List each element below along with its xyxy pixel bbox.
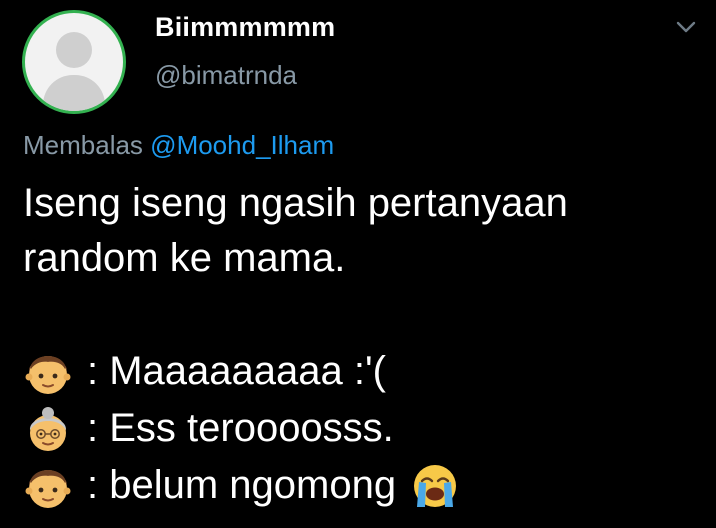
boy-emoji-icon [25, 469, 71, 508]
avatar-head [56, 32, 92, 68]
dialog-line: : belum ngomong [23, 457, 703, 514]
dialog-text: : belum ngomong [87, 463, 397, 507]
reply-prefix: Membalas [23, 130, 143, 160]
old-woman-emoji-icon [29, 406, 67, 451]
boy-emoji-icon [25, 355, 71, 394]
chevron-down-icon[interactable] [673, 14, 699, 40]
dialog-line: : Ess teroooosss. [23, 400, 703, 457]
dialog-block: : Maaaaaaaaa :'( : Ess teroooosss.: bel… [23, 343, 703, 514]
reply-context: Membalas @Moohd_Ilham [23, 130, 334, 161]
avatar-body [43, 75, 105, 111]
loudly-crying-face-emoji-icon [414, 464, 457, 507]
tweet-text-line: Iseng iseng ngasih pertanyaan [23, 181, 568, 225]
dialog-text: : Ess teroooosss. [87, 406, 394, 450]
tweet-text-line: random ke mama. [23, 236, 346, 280]
reply-mention-link[interactable]: @Moohd_Ilham [150, 130, 334, 160]
tweet-card: Biimmmmmm @bimatrnda Membalas @Moohd_Ilh… [0, 0, 716, 528]
display-name[interactable]: Biimmmmmm [155, 12, 335, 43]
default-avatar-icon[interactable] [22, 10, 126, 114]
dialog-line: : Maaaaaaaaa :'( [23, 343, 703, 400]
tweet-text: Iseng iseng ngasih pertanyaan random ke … [23, 176, 703, 286]
dialog-text: : Maaaaaaaaa :'( [87, 349, 386, 393]
user-handle[interactable]: @bimatrnda [155, 60, 297, 91]
